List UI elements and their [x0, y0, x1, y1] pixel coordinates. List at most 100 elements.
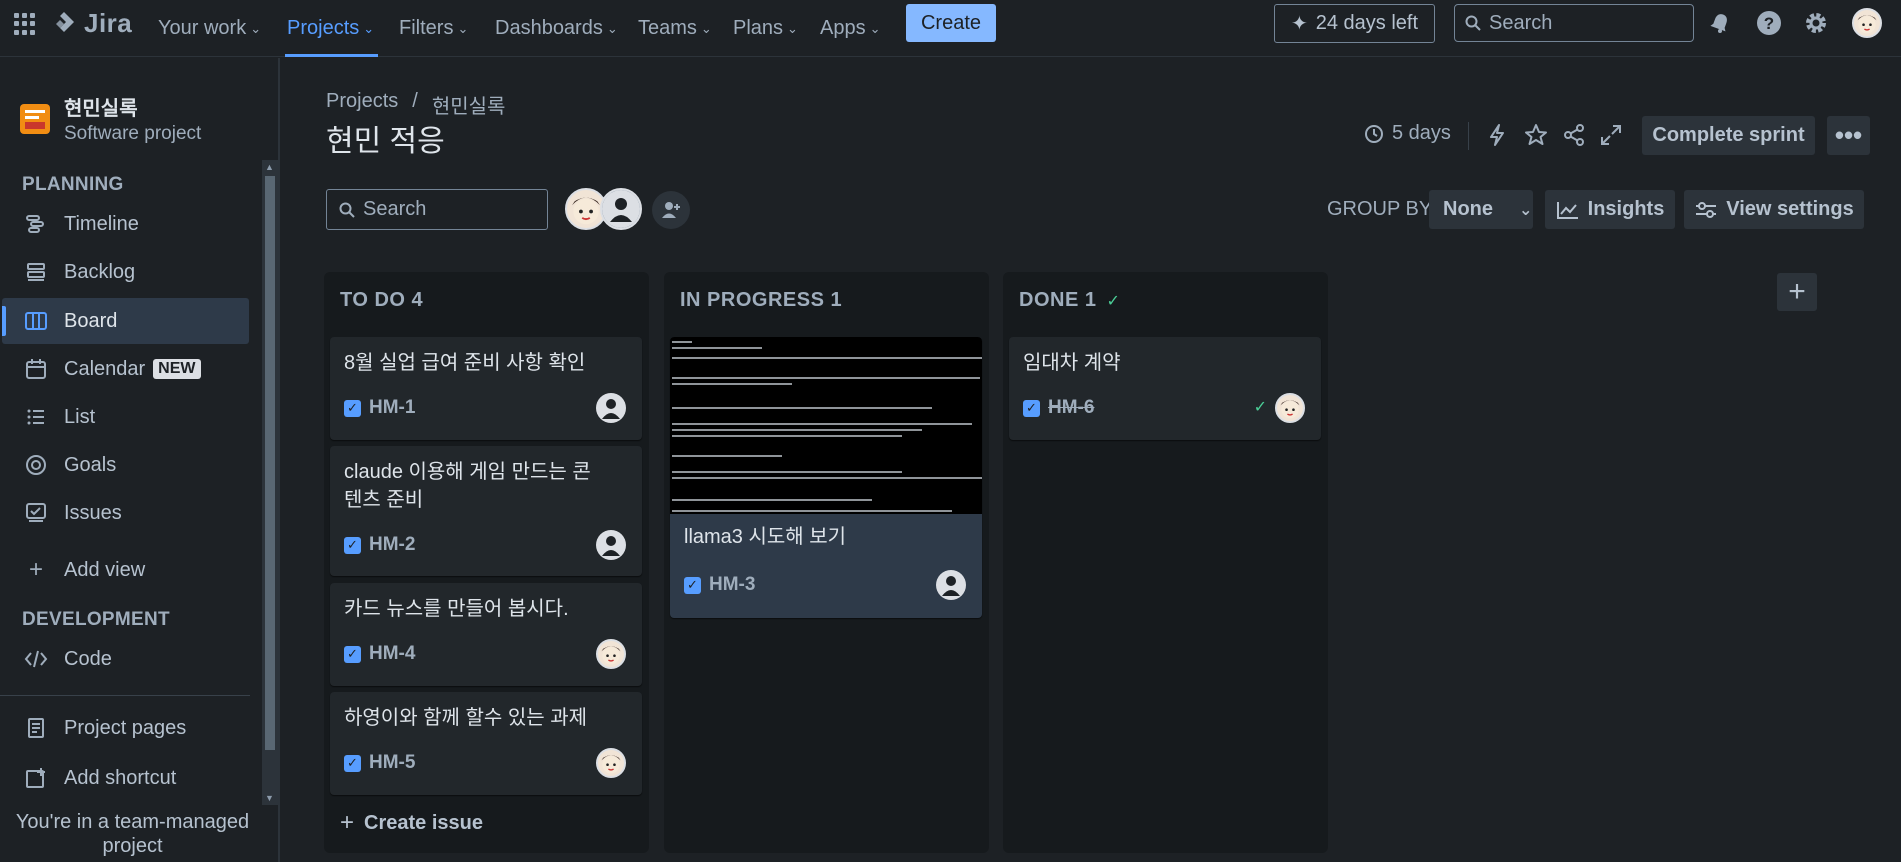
profile-avatar[interactable] — [1852, 8, 1882, 38]
search-icon — [339, 202, 355, 218]
assignee-avatar[interactable] — [1275, 393, 1305, 423]
planning-heading: PLANNING — [22, 174, 124, 195]
plus-icon: + — [28, 556, 43, 583]
assignee-filter-avatar-unassigned[interactable] — [600, 188, 642, 230]
assignee-avatar[interactable] — [596, 639, 626, 669]
add-people-icon[interactable] — [652, 191, 690, 229]
issue-key[interactable]: HM-2 — [369, 534, 415, 556]
chevron-down-icon: ⌄ — [787, 21, 798, 36]
issue-key[interactable]: HM-4 — [369, 643, 415, 665]
issue-card-hm-4[interactable]: 카드 뉴스를 만들어 봅시다. ✓ HM-4 — [330, 583, 642, 686]
card-key: ✓ HM-1 — [344, 397, 415, 419]
add-column-button[interactable]: + — [1777, 273, 1817, 311]
sidebar-item-add-shortcut[interactable]: Add shortcut — [2, 755, 249, 801]
add-view-button[interactable]: + Add view — [2, 547, 249, 593]
sidebar-item-backlog[interactable]: Backlog — [2, 249, 249, 295]
nav-teams[interactable]: Teams ⌄ — [638, 10, 712, 46]
create-button[interactable]: Create — [906, 4, 996, 42]
task-type-icon: ✓ — [684, 576, 701, 594]
project-type: Software project — [64, 123, 202, 144]
sidebar-item-timeline[interactable]: Timeline — [2, 201, 249, 247]
share-icon[interactable] — [1561, 122, 1587, 148]
task-type-icon: ✓ — [1023, 399, 1040, 417]
breadcrumb: Projects / 현민실록 — [326, 90, 505, 119]
sidebar-item-issues[interactable]: Issues — [2, 490, 249, 536]
issue-key[interactable]: HM-3 — [709, 574, 755, 596]
card-title: 8월 실업 급여 준비 사항 확인 — [344, 352, 586, 374]
breadcrumb-project-link[interactable]: 현민실록 — [432, 90, 506, 119]
complete-sprint-button[interactable]: Complete sprint — [1642, 116, 1815, 155]
breadcrumb-projects-link[interactable]: Projects — [326, 90, 398, 119]
nav-label: Your work — [158, 16, 247, 39]
nav-projects[interactable]: Projects ⌄ — [287, 10, 374, 46]
view-settings-button[interactable]: View settings — [1684, 190, 1864, 229]
unassigned-avatar-icon[interactable] — [596, 393, 626, 423]
notifications-icon[interactable] — [1707, 10, 1733, 36]
sparkle-icon: ✦ — [1290, 13, 1308, 35]
card-title: 카드 뉴스를 만들어 봅시다. — [344, 598, 569, 620]
chevron-down-icon: ⌄ — [869, 21, 881, 36]
scroll-down-icon[interactable]: ▼ — [265, 793, 274, 803]
task-type-icon: ✓ — [344, 754, 361, 772]
scroll-up-icon[interactable]: ▲ — [265, 162, 274, 172]
issue-card-hm-1[interactable]: 8월 실업 급여 준비 사항 확인 ✓ HM-1 — [330, 337, 642, 440]
nav-label: Filters — [399, 16, 454, 39]
create-issue-button[interactable]: + Create issue — [340, 809, 483, 837]
goals-icon — [24, 453, 48, 477]
sidebar-item-board[interactable]: Board — [2, 298, 249, 344]
search-icon — [1465, 15, 1481, 31]
column-title: IN PROGRESS 1 — [680, 289, 843, 311]
nav-label: Apps — [820, 16, 866, 39]
unassigned-avatar-icon[interactable] — [936, 570, 966, 600]
insights-label: Insights — [1587, 198, 1665, 220]
issue-card-hm-2[interactable]: claude 이용해 게임 만드는 콘텐츠 준비 ✓ HM-2 — [330, 446, 642, 576]
sidebar-item-list[interactable]: List — [2, 394, 249, 440]
timeline-icon — [24, 212, 48, 236]
card-title: llama3 시도해 보기 — [684, 526, 847, 548]
issue-key[interactable]: HM-6 — [1048, 397, 1094, 419]
trial-button[interactable]: ✦ 24 days left — [1274, 4, 1435, 43]
calendar-icon — [24, 357, 48, 381]
issue-card-hm-3[interactable]: llama3 시도해 보기 ✓ HM-3 — [670, 337, 982, 618]
issue-card-hm-6[interactable]: 임대차 계약 ✓ HM-6 ✓ — [1009, 337, 1321, 440]
assignee-avatar[interactable] — [596, 748, 626, 778]
star-icon[interactable] — [1523, 122, 1549, 148]
sidebar-scrollbar[interactable]: ▲ ▼ — [262, 160, 278, 805]
nav-apps[interactable]: Apps ⌄ — [820, 10, 881, 46]
sidebar-item-calendar[interactable]: Calendar NEW — [2, 346, 249, 392]
fullscreen-icon[interactable] — [1598, 122, 1624, 148]
column-title: TO DO 4 — [340, 289, 424, 311]
board-column-done: DONE 1 ✓ 임대차 계약 ✓ HM-6 ✓ — [1003, 272, 1328, 853]
board-search-input[interactable]: Search — [326, 189, 548, 230]
settings-icon[interactable] — [1803, 10, 1829, 36]
issue-card-hm-5[interactable]: 하영이와 함께 할수 있는 과제 ✓ HM-5 — [330, 692, 642, 795]
insights-button[interactable]: Insights — [1545, 190, 1675, 229]
unassigned-avatar-icon[interactable] — [596, 530, 626, 560]
nav-filters[interactable]: Filters ⌄ — [399, 10, 468, 46]
issue-key[interactable]: HM-1 — [369, 397, 415, 419]
issue-key[interactable]: HM-5 — [369, 752, 415, 774]
scrollbar-thumb[interactable] — [265, 176, 275, 750]
project-avatar-icon — [20, 103, 50, 134]
sidebar-item-project-pages[interactable]: Project pages — [2, 705, 249, 751]
nav-plans[interactable]: Plans ⌄ — [733, 10, 798, 46]
help-icon[interactable]: ? — [1756, 10, 1782, 36]
jira-logo[interactable]: Jira — [52, 8, 132, 39]
automation-icon[interactable] — [1484, 122, 1510, 148]
issues-icon — [24, 501, 48, 525]
nav-dashboards[interactable]: Dashboards ⌄ — [495, 10, 618, 46]
global-search-input[interactable]: Search — [1454, 4, 1694, 42]
project-header[interactable]: 현민실록 Software project — [20, 92, 201, 145]
app-switcher-icon[interactable] — [14, 13, 36, 35]
sidebar-item-label: List — [64, 405, 96, 428]
more-actions-icon[interactable]: ••• — [1827, 116, 1870, 155]
nav-your-work[interactable]: Your work ⌄ — [158, 10, 261, 46]
clock-icon — [1365, 124, 1383, 143]
days-left-label: 5 days — [1392, 122, 1451, 144]
sidebar-item-code[interactable]: Code — [2, 636, 249, 682]
add-view-label: Add view — [64, 558, 146, 581]
column-title-text: DONE 1 — [1019, 289, 1097, 311]
group-by-select[interactable]: None ⌄ — [1429, 190, 1533, 229]
chevron-down-icon: ⌄ — [250, 21, 262, 36]
sidebar-item-goals[interactable]: Goals — [2, 442, 249, 488]
